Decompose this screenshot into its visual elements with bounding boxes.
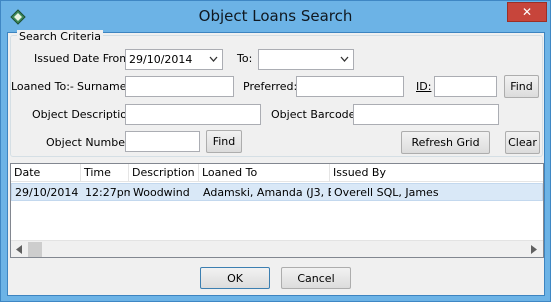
dialog-window: Object Loans Search ✕ Search Criteria Is… — [0, 0, 551, 302]
scroll-right-icon[interactable] — [530, 245, 538, 254]
close-icon: ✕ — [521, 5, 533, 19]
column-header-issued-by[interactable]: Issued By — [330, 164, 543, 182]
results-grid[interactable]: Date Time Description Loaned To Issued B… — [10, 163, 544, 258]
column-header-description[interactable]: Description — [129, 164, 199, 182]
surname-input[interactable] — [125, 76, 234, 97]
scroll-thumb[interactable] — [28, 242, 42, 257]
cell-time: 12:27pm — [85, 186, 130, 199]
surname-label: Surname: — [77, 80, 131, 93]
object-description-label: Object Description: — [32, 108, 138, 121]
column-header-time[interactable]: Time — [81, 164, 129, 182]
horizontal-scrollbar[interactable] — [11, 240, 543, 257]
preferred-input[interactable] — [296, 76, 404, 97]
dialog-client: Search Criteria Issued Date From: 29/10/… — [7, 30, 545, 296]
table-row[interactable]: 29/10/2014 12:27pm Woodwind Adamski, Ama… — [11, 183, 543, 201]
cell-loaned-to: Adamski, Amanda (J3, B) — [203, 186, 331, 199]
chevron-down-icon — [209, 56, 218, 62]
preferred-label: Preferred: — [243, 80, 298, 93]
id-input[interactable] — [434, 76, 497, 97]
find-object-button[interactable]: Find — [206, 130, 242, 153]
cancel-button[interactable]: Cancel — [281, 267, 351, 289]
grid-header: Date Time Description Loaned To Issued B… — [11, 164, 543, 182]
cell-date: 29/10/2014 — [15, 186, 79, 199]
search-criteria-group: Search Criteria Issued Date From: 29/10/… — [10, 30, 543, 157]
object-description-input[interactable] — [125, 104, 261, 125]
close-button[interactable]: ✕ — [507, 2, 547, 22]
issued-date-from-combo[interactable]: 29/10/2014 — [125, 49, 223, 70]
id-label: ID: — [416, 80, 432, 93]
search-criteria-legend: Search Criteria — [17, 30, 103, 43]
column-header-loaned-to[interactable]: Loaned To — [199, 164, 330, 182]
object-barcode-input[interactable] — [353, 104, 499, 125]
find-borrower-button[interactable]: Find — [504, 75, 539, 98]
ok-button[interactable]: OK — [200, 267, 270, 289]
cell-description: Woodwind — [133, 186, 190, 199]
refresh-grid-button[interactable]: Refresh Grid — [401, 131, 490, 154]
object-number-label: Object Number: — [46, 136, 134, 149]
loaned-to-label: Loaned To:- — [11, 80, 74, 93]
issued-date-from-value: 29/10/2014 — [129, 53, 193, 66]
object-number-input[interactable] — [125, 131, 200, 152]
clear-button[interactable]: Clear — [505, 131, 540, 154]
to-date-combo[interactable] — [258, 49, 354, 70]
cell-issued-by: Overell SQL, James — [334, 186, 439, 199]
scroll-left-icon[interactable] — [15, 245, 23, 254]
to-label: To: — [237, 52, 253, 65]
window-title: Object Loans Search — [198, 7, 353, 25]
column-header-date[interactable]: Date — [11, 164, 81, 182]
object-barcode-label: Object Barcode: — [271, 108, 360, 121]
issued-date-from-label: Issued Date From: — [34, 52, 134, 65]
title-bar[interactable]: Object Loans Search ✕ — [1, 1, 550, 32]
chevron-down-icon — [340, 56, 349, 62]
